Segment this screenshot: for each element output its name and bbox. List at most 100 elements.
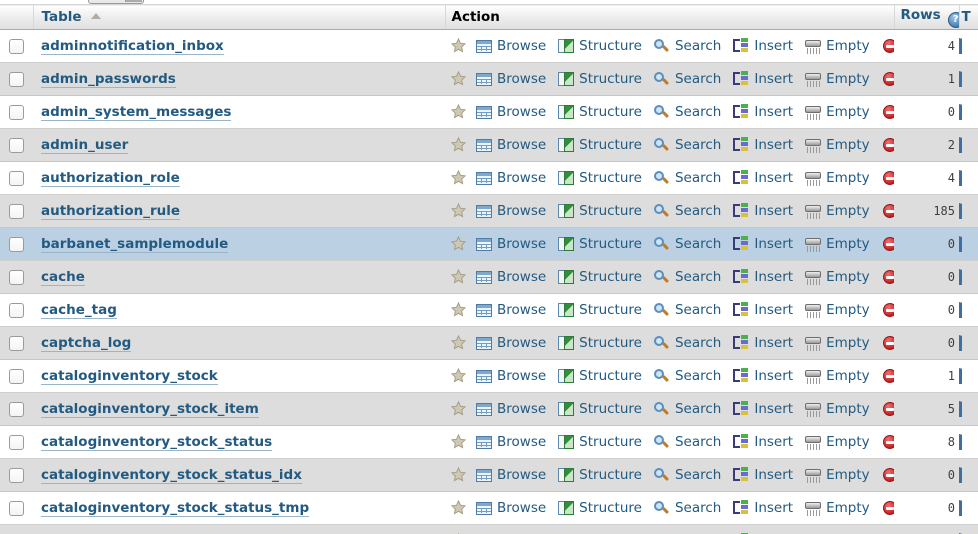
table-row[interactable]: admin_system_messages Browse Structure Sear… (0, 95, 978, 129)
table-name-cell[interactable]: catalogrule (33, 524, 445, 534)
row-checkbox-cell[interactable] (0, 227, 33, 261)
row-checkbox[interactable] (9, 467, 24, 483)
browse-action[interactable]: Browse (476, 38, 546, 54)
table-name-link[interactable]: cataloginventory_stock (41, 368, 218, 385)
row-checkbox[interactable] (9, 269, 24, 285)
browse-action[interactable]: Browse (476, 269, 546, 285)
empty-action[interactable]: Empty (805, 467, 870, 483)
row-checkbox[interactable] (9, 401, 24, 417)
browse-action[interactable]: Browse (476, 467, 546, 483)
table-name-cell[interactable]: cache_tag (33, 293, 445, 327)
search-action[interactable]: Search (653, 368, 721, 384)
empty-action[interactable]: Empty (805, 38, 870, 54)
insert-action[interactable]: Insert (733, 269, 793, 285)
table-name-cell[interactable]: cataloginventory_stock (33, 359, 445, 393)
row-checkbox[interactable] (9, 71, 24, 87)
favorite-button[interactable] (451, 500, 467, 516)
browse-action[interactable]: Browse (476, 500, 546, 516)
insert-action[interactable]: Insert (733, 137, 793, 153)
insert-action[interactable]: Insert (733, 71, 793, 87)
search-action[interactable]: Search (653, 401, 721, 417)
insert-action[interactable]: Insert (733, 104, 793, 120)
insert-action[interactable]: Insert (733, 500, 793, 516)
structure-action[interactable]: Structure (558, 401, 642, 417)
header-rows[interactable]: Rows? (893, 4, 959, 30)
favorite-button[interactable] (451, 104, 467, 120)
row-checkbox[interactable] (9, 500, 24, 516)
row-checkbox-cell[interactable] (0, 392, 33, 426)
table-name-link[interactable]: cataloginventory_stock_item (41, 401, 259, 418)
table-row[interactable]: authorization_role Browse Structure Search I… (0, 161, 978, 195)
search-action[interactable]: Search (653, 71, 721, 87)
empty-action[interactable]: Empty (805, 500, 870, 516)
drop-action[interactable]: Drop (882, 335, 894, 351)
row-checkbox-cell[interactable] (0, 326, 33, 360)
drop-action[interactable]: Drop (882, 71, 894, 87)
structure-action[interactable]: Structure (558, 170, 642, 186)
table-row[interactable]: cataloginventory_stock_status_tmp Browse S… (0, 491, 978, 525)
row-checkbox[interactable] (9, 170, 24, 186)
insert-action[interactable]: Insert (733, 467, 793, 483)
structure-action[interactable]: Structure (558, 467, 642, 483)
row-checkbox[interactable] (9, 38, 24, 54)
empty-action[interactable]: Empty (805, 137, 870, 153)
search-action[interactable]: Search (653, 203, 721, 219)
table-row[interactable]: authorization_rule Browse Structure Search I… (0, 194, 978, 228)
structure-action[interactable]: Structure (558, 335, 642, 351)
table-row[interactable]: cataloginventory_stock_item Browse Structu… (0, 392, 978, 426)
browse-action[interactable]: Browse (476, 104, 546, 120)
drop-action[interactable]: Drop (882, 269, 894, 285)
table-row[interactable]: cataloginventory_stock_status_idx Browse S… (0, 458, 978, 492)
search-action[interactable]: Search (653, 137, 721, 153)
favorite-button[interactable] (451, 401, 467, 417)
favorite-button[interactable] (451, 434, 467, 450)
search-action[interactable]: Search (653, 467, 721, 483)
empty-action[interactable]: Empty (805, 335, 870, 351)
row-checkbox-cell[interactable] (0, 194, 33, 228)
header-select-all[interactable] (0, 4, 34, 30)
empty-action[interactable]: Empty (805, 434, 870, 450)
table-name-link[interactable]: admin_user (41, 137, 129, 154)
table-row[interactable]: cataloginventory_stock_status Browse Struc… (0, 425, 978, 459)
drop-action[interactable]: Drop (882, 104, 894, 120)
table-name-link[interactable]: barbanet_samplemodule (41, 236, 229, 253)
insert-action[interactable]: Insert (733, 302, 793, 318)
table-name-link[interactable]: cache_tag (41, 302, 117, 319)
favorite-button[interactable] (451, 302, 467, 318)
insert-action[interactable]: Insert (733, 170, 793, 186)
favorite-button[interactable] (451, 269, 467, 285)
search-action[interactable]: Search (653, 302, 721, 318)
table-row[interactable]: cache Browse Structure Search Insert Empty Dro… (0, 260, 978, 294)
row-checkbox-cell[interactable] (0, 524, 33, 534)
table-name-cell[interactable]: barbanet_samplemodule (33, 227, 445, 261)
table-row[interactable]: catalogruleBrowseStructureSearchInsertEm… (0, 524, 978, 534)
row-checkbox[interactable] (9, 302, 24, 318)
empty-action[interactable]: Empty (805, 401, 870, 417)
table-name-link[interactable]: cataloginventory_stock_status (41, 434, 273, 451)
help-icon[interactable]: ? (947, 11, 959, 28)
table-name-link[interactable]: captcha_log (41, 335, 132, 352)
empty-action[interactable]: Empty (805, 302, 870, 318)
row-checkbox-cell[interactable] (0, 161, 33, 195)
structure-action[interactable]: Structure (558, 203, 642, 219)
table-name-link[interactable]: cataloginventory_stock_status_idx (41, 467, 302, 484)
structure-action[interactable]: Structure (558, 269, 642, 285)
drop-action[interactable]: Drop (882, 368, 894, 384)
insert-action[interactable]: Insert (733, 236, 793, 252)
table-name-cell[interactable]: cataloginventory_stock_status_idx (33, 458, 445, 492)
favorite-button[interactable] (451, 203, 467, 219)
browse-action[interactable]: Browse (476, 137, 546, 153)
table-name-link[interactable]: cache (41, 269, 85, 286)
table-name-cell[interactable]: authorization_rule (33, 194, 445, 228)
search-action[interactable]: Search (653, 434, 721, 450)
table-name-link[interactable]: admin_passwords (41, 71, 176, 88)
header-type[interactable]: T (958, 4, 978, 30)
table-name-cell[interactable]: adminnotification_inbox (33, 29, 445, 63)
row-checkbox[interactable] (9, 104, 24, 120)
browse-action[interactable]: Browse (476, 368, 546, 384)
drop-action[interactable]: Drop (882, 170, 894, 186)
drop-action[interactable]: Drop (882, 203, 894, 219)
browse-action[interactable]: Browse (476, 203, 546, 219)
table-name-cell[interactable]: cache (33, 260, 445, 294)
table-row[interactable]: barbanet_samplemodule Browse Structure Sear… (0, 227, 978, 261)
